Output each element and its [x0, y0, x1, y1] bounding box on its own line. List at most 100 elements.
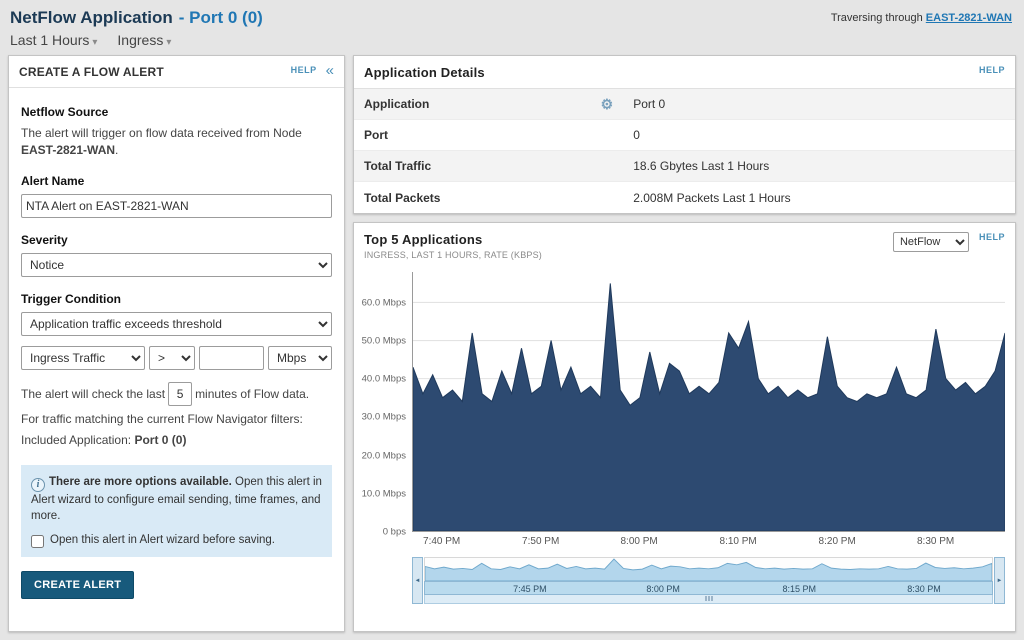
datasource-select[interactable]: NetFlow [893, 232, 969, 252]
y-tick-label: 40.0 Mbps [362, 374, 406, 385]
info-icon: i [31, 478, 45, 492]
y-axis-labels: 60.0 Mbps 50.0 Mbps 40.0 Mbps 30.0 Mbps 20.0… [356, 272, 412, 532]
y-tick-label: 50.0 Mbps [362, 335, 406, 346]
help-link[interactable]: HELP [291, 65, 317, 75]
brush-tick-label: 8:15 PM [782, 584, 816, 594]
x-tick-label: 8:30 PM [917, 536, 954, 547]
minutes-input[interactable] [168, 382, 192, 406]
scrollbar-grip[interactable] [705, 596, 712, 601]
details-panel-title: Application Details [364, 65, 485, 80]
source-text-period: . [115, 143, 118, 157]
chart-title: Top 5 Applications [364, 232, 542, 247]
help-link[interactable]: HELP [979, 65, 1005, 75]
table-row: Total Packets 2.008M Packets Last 1 Hour… [354, 182, 1015, 213]
table-row: Application ⚙ Port 0 [354, 89, 1015, 120]
info-box: i There are more options available. Open … [21, 465, 332, 557]
x-axis-labels: 7:40 PM7:50 PM8:00 PM8:10 PM8:20 PM8:30 … [412, 535, 1005, 553]
page-title-application: - Port 0 (0) [179, 8, 263, 28]
info-bold-text: There are more options available. [49, 476, 232, 488]
brush-tick-label: 7:45 PM [513, 584, 547, 594]
threshold-condition-row: Ingress Traffic > Mbps [21, 346, 332, 370]
trigger-condition-select[interactable]: Application traffic exceeds threshold [21, 312, 332, 336]
traversing-label: Traversing through [831, 12, 923, 24]
wizard-checkbox[interactable] [31, 535, 44, 548]
y-tick-label: 60.0 Mbps [362, 297, 406, 308]
time-brush[interactable]: 7:45 PM8:00 PM8:15 PM8:30 PM ◄ ► [412, 557, 1005, 604]
direction-label: Ingress [117, 32, 163, 48]
header-filters: Last 1 Hours▾ Ingress▾ [10, 32, 263, 48]
info-box-text: iThere are more options available. Open … [31, 474, 322, 524]
severity-select[interactable]: Notice [21, 253, 332, 277]
detail-label: Total Traffic [364, 159, 633, 173]
x-tick-label: 8:10 PM [720, 536, 757, 547]
top-applications-panel: Top 5 Applications INGRESS, LAST 1 HOURS… [353, 222, 1016, 632]
chevron-down-icon: ▾ [92, 37, 97, 48]
header-left: NetFlow Application - Port 0 (0) Last 1 … [10, 8, 263, 48]
brush-left-handle[interactable]: ◄ [412, 557, 423, 604]
brush-right-handle[interactable]: ► [994, 557, 1005, 604]
chart-title-block: Top 5 Applications INGRESS, LAST 1 HOURS… [364, 232, 542, 260]
alert-panel-body: Netflow Source The alert will trigger on… [9, 88, 344, 631]
x-tick-label: 8:00 PM [620, 536, 657, 547]
detail-label: Application ⚙ [364, 97, 633, 111]
details-panel-header: Application Details HELP [354, 56, 1015, 89]
chart-controls: NetFlow HELP [893, 232, 1005, 252]
alert-panel-title: CREATE A FLOW ALERT [19, 65, 164, 79]
main-content: CREATE A FLOW ALERT HELP « Netflow Sourc… [0, 53, 1024, 640]
severity-heading: Severity [21, 233, 332, 247]
detail-value: 0 [633, 128, 640, 142]
brush-selection-bar[interactable]: 7:45 PM8:00 PM8:15 PM8:30 PM [424, 581, 993, 595]
source-node-name: EAST-2821-WAN [21, 143, 115, 157]
included-application-line: Included Application: Port 0 (0) [21, 432, 332, 449]
alert-name-input[interactable] [21, 194, 332, 218]
brush-tick-label: 8:30 PM [907, 584, 941, 594]
table-row: Total Traffic 18.6 Gbytes Last 1 Hours [354, 151, 1015, 182]
traffic-type-select[interactable]: Ingress Traffic [21, 346, 145, 370]
netflow-source-heading: Netflow Source [21, 105, 332, 119]
alert-name-heading: Alert Name [21, 174, 332, 188]
x-tick-label: 7:40 PM [423, 536, 460, 547]
create-alert-button[interactable]: CREATE ALERT [21, 571, 134, 599]
chart-subtitle: INGRESS, LAST 1 HOURS, RATE (KBPS) [364, 250, 542, 260]
threshold-value-input[interactable] [199, 346, 264, 370]
flow-navigator-filters-text: For traffic matching the current Flow Na… [21, 411, 332, 428]
traversing-node-link[interactable]: EAST-2821-WAN [926, 12, 1012, 24]
source-text: The alert will trigger on flow data rece… [21, 126, 302, 140]
check-interval-line: The alert will check the last minutes of … [21, 382, 332, 406]
y-tick-label: 10.0 Mbps [362, 488, 406, 499]
y-tick-label: 30.0 Mbps [362, 412, 406, 423]
plot-area [412, 272, 1005, 532]
direction-dropdown[interactable]: Ingress▾ [117, 32, 171, 48]
operator-select[interactable]: > [149, 346, 195, 370]
included-application-value: Port 0 (0) [134, 433, 186, 447]
create-flow-alert-panel: CREATE A FLOW ALERT HELP « Netflow Sourc… [8, 55, 345, 632]
wizard-checkbox-row[interactable]: Open this alert in Alert wizard before s… [31, 534, 322, 548]
time-range-dropdown[interactable]: Last 1 Hours▾ [10, 32, 97, 48]
chart-wrap: 60.0 Mbps 50.0 Mbps 40.0 Mbps 30.0 Mbps 20.0… [356, 272, 1005, 604]
chart-area: 60.0 Mbps 50.0 Mbps 40.0 Mbps 30.0 Mbps 20.0… [354, 264, 1015, 631]
help-link[interactable]: HELP [979, 232, 1005, 242]
y-tick-label: 0 bps [383, 527, 406, 538]
x-tick-label: 8:20 PM [819, 536, 856, 547]
header-right: Traversing through EAST-2821-WAN [831, 8, 1012, 48]
application-details-panel: Application Details HELP Application ⚙ P… [353, 55, 1016, 214]
gear-icon[interactable]: ⚙ [601, 97, 614, 111]
chart-panel-header: Top 5 Applications INGRESS, LAST 1 HOURS… [354, 223, 1015, 264]
y-tick-label: 20.0 Mbps [362, 450, 406, 461]
alert-panel-header: CREATE A FLOW ALERT HELP « [9, 56, 344, 88]
detail-value: 2.008M Packets Last 1 Hours [633, 191, 790, 205]
page-title: NetFlow Application [10, 8, 173, 28]
detail-value: 18.6 Gbytes Last 1 Hours [633, 159, 769, 173]
table-row: Port 0 [354, 120, 1015, 151]
netflow-application-page: NetFlow Application - Port 0 (0) Last 1 … [0, 0, 1024, 640]
check-text-after: minutes of Flow data. [195, 387, 309, 401]
brush-scrollbar[interactable] [424, 595, 993, 604]
unit-select[interactable]: Mbps [268, 346, 332, 370]
check-text-before: The alert will check the last [21, 387, 165, 401]
detail-label: Total Packets [364, 191, 633, 205]
right-column: Application Details HELP Application ⚙ P… [353, 55, 1016, 632]
time-range-label: Last 1 Hours [10, 32, 89, 48]
collapse-panel-icon[interactable]: « [326, 66, 334, 75]
details-table: Application ⚙ Port 0 Port 0 Total Traffi… [354, 89, 1015, 213]
detail-value: Port 0 [633, 97, 665, 111]
